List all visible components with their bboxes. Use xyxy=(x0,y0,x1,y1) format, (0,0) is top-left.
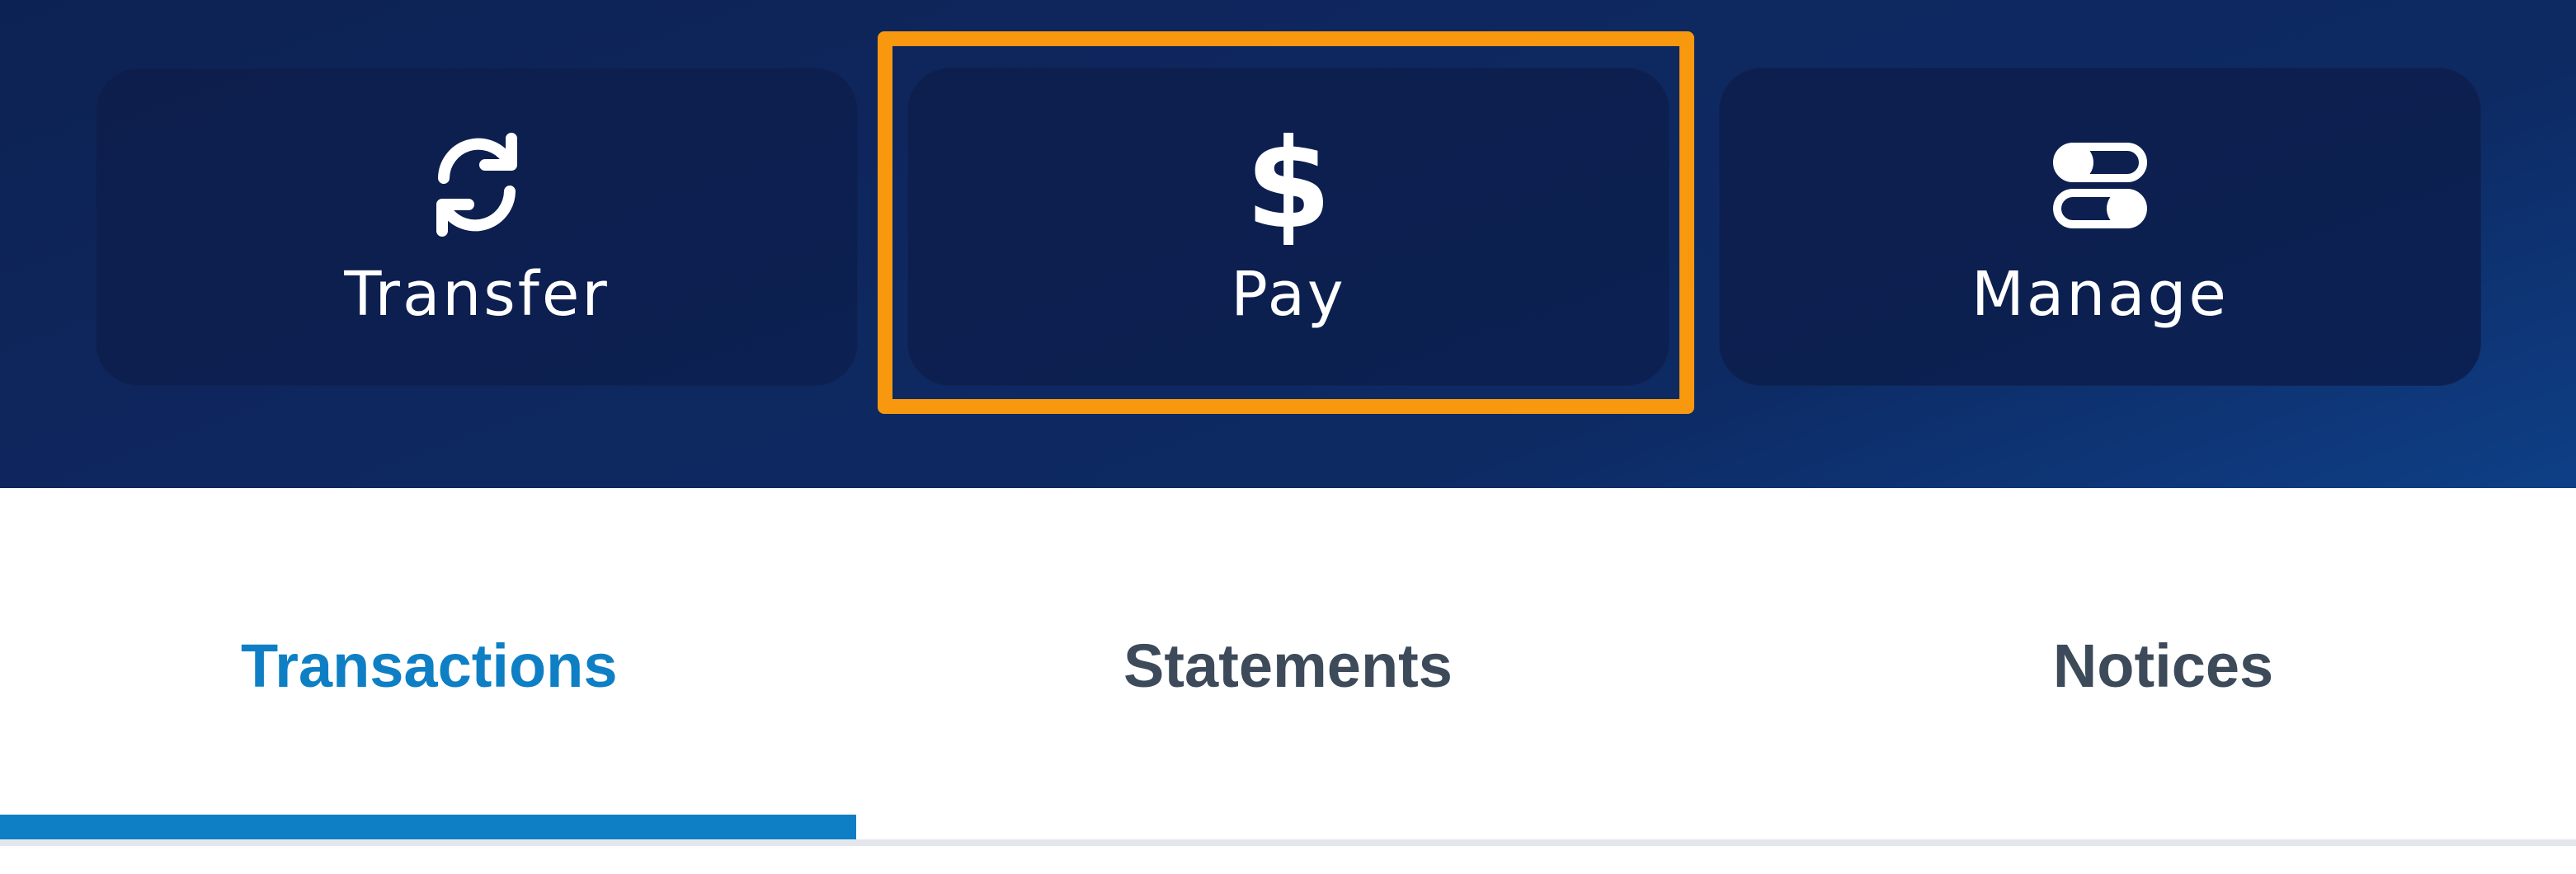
tab-notices[interactable]: Notices xyxy=(1717,488,2576,843)
account-actions-header: Transfer $ Pay Manage xyxy=(0,0,2576,488)
refresh-icon xyxy=(419,127,535,242)
toggles-icon xyxy=(2042,127,2158,242)
tab-transactions[interactable]: Transactions xyxy=(0,488,859,843)
pay-label: Pay xyxy=(1231,259,1346,330)
tabs-divider xyxy=(0,839,2576,846)
tab-label: Notices xyxy=(2052,632,2274,700)
transfer-button[interactable]: Transfer xyxy=(96,68,858,386)
manage-label: Manage xyxy=(1971,259,2229,330)
dollar-icon: $ xyxy=(1231,123,1346,247)
transfer-label: Transfer xyxy=(344,259,610,330)
dollar-symbol: $ xyxy=(1245,113,1332,256)
active-tab-indicator xyxy=(0,815,856,839)
tab-label: Statements xyxy=(1123,632,1453,700)
tab-label: Transactions xyxy=(241,632,618,700)
tab-statements[interactable]: Statements xyxy=(859,488,1717,843)
manage-button[interactable]: Manage xyxy=(1719,68,2481,386)
pay-button[interactable]: $ Pay xyxy=(907,68,1669,386)
